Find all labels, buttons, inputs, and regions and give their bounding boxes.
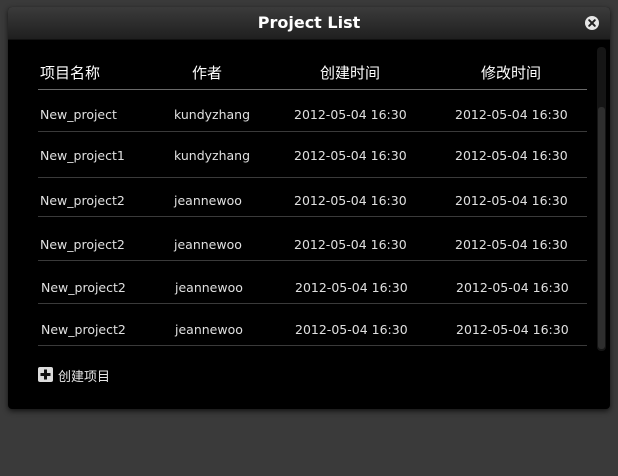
- cell-author: kundyzhang: [174, 148, 251, 163]
- table-row[interactable]: New_project2 jeannewoo 2012-05-04 16:30 …: [38, 178, 587, 217]
- cell-name: New_project2: [40, 237, 125, 252]
- column-header-created[interactable]: 创建时间: [320, 62, 380, 83]
- cell-modified: 2012-05-04 16:30: [455, 237, 568, 252]
- cell-modified: 2012-05-04 16:30: [455, 107, 568, 122]
- create-project-label: 创建项目: [58, 370, 111, 385]
- table-row[interactable]: New_project kundyzhang 2012-05-04 16:30 …: [38, 90, 587, 132]
- cell-created: 2012-05-04 16:30: [294, 148, 407, 163]
- project-list-dialog: Project List 项目名称 作者 创建时间 修改时间 New_proje…: [8, 7, 610, 409]
- cell-modified: 2012-05-04 16:30: [456, 322, 569, 337]
- cell-author: jeannewoo: [174, 237, 242, 252]
- cell-author: kundyzhang: [174, 107, 251, 122]
- scrollbar-thumb[interactable]: [598, 107, 605, 349]
- dialog-titlebar[interactable]: Project List: [8, 7, 610, 40]
- close-icon: [588, 19, 596, 27]
- cell-name: New_project: [40, 107, 117, 122]
- cell-author: jeannewoo: [175, 322, 243, 337]
- scrollbar-track[interactable]: [597, 47, 606, 351]
- cell-created: 2012-05-04 16:30: [294, 193, 407, 208]
- dialog-title: Project List: [257, 13, 361, 32]
- cell-created: 2012-05-04 16:30: [295, 322, 408, 337]
- cell-author: jeannewoo: [174, 193, 242, 208]
- cell-name: New_project2: [41, 280, 126, 295]
- cell-name: New_project2: [41, 322, 126, 337]
- table-row[interactable]: New_project2 jeannewoo 2012-05-04 16:30 …: [38, 217, 587, 261]
- cell-name: New_project1: [40, 148, 125, 163]
- table-row[interactable]: New_project2 jeannewoo 2012-05-04 16:30 …: [38, 304, 587, 346]
- column-header-modified[interactable]: 修改时间: [481, 62, 541, 83]
- close-button[interactable]: [585, 16, 599, 30]
- cell-name: New_project2: [40, 193, 125, 208]
- column-header-name[interactable]: 项目名称: [40, 62, 100, 83]
- table-row[interactable]: New_project1 kundyzhang 2012-05-04 16:30…: [38, 132, 587, 178]
- column-header-author[interactable]: 作者: [192, 62, 222, 83]
- cell-created: 2012-05-04 16:30: [295, 280, 408, 295]
- cell-modified: 2012-05-04 16:30: [455, 193, 568, 208]
- cell-author: jeannewoo: [175, 280, 243, 295]
- cell-created: 2012-05-04 16:30: [294, 107, 407, 122]
- table-row[interactable]: New_project2 jeannewoo 2012-05-04 16:30 …: [38, 261, 587, 304]
- cell-created: 2012-05-04 16:30: [294, 237, 407, 252]
- plus-icon: [38, 367, 53, 382]
- cell-modified: 2012-05-04 16:30: [455, 148, 568, 163]
- cell-modified: 2012-05-04 16:30: [456, 280, 569, 295]
